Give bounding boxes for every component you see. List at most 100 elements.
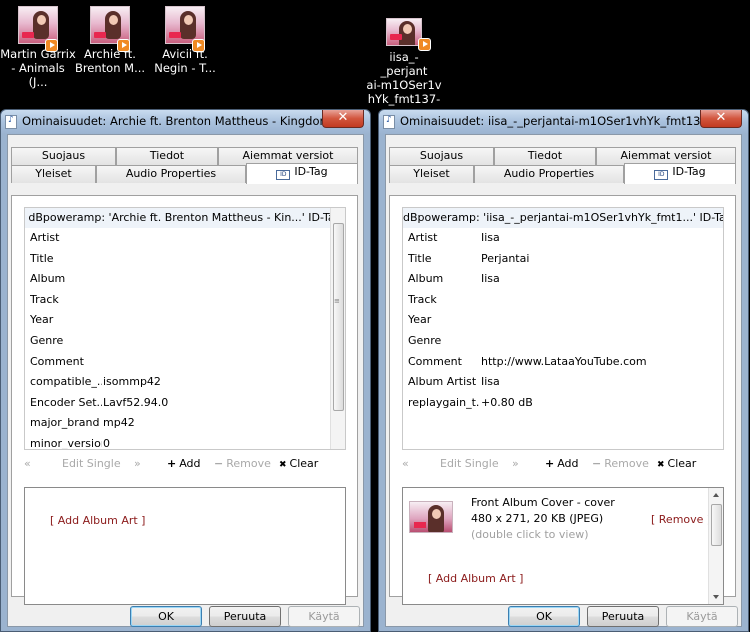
tag-row[interactable]: Title Perjantai — [403, 249, 723, 270]
tag-row[interactable]: Encoder Set... Lavf52.94.0 — [25, 393, 345, 414]
tag-row[interactable]: Title — [25, 249, 345, 270]
tag-list-scrollbar[interactable]: ≡ — [330, 208, 345, 449]
tag-list-header: dBpoweramp: 'Archie ft. Brenton Mattheus… — [25, 208, 345, 228]
tab-yleiset[interactable]: Yleiset — [389, 165, 474, 183]
tag-row[interactable]: minor_version 0 — [25, 434, 345, 449]
tag-value[interactable]: Iisa — [481, 372, 500, 392]
desktop-icon-martin-garrix[interactable]: Martin Garrix - Animals (J... — [0, 4, 76, 89]
desktop-icon-archie[interactable]: Archie ft. Brenton M... — [72, 4, 148, 75]
album-art-box[interactable]: [ Add Album Art ] — [24, 487, 346, 605]
title-bar[interactable]: Ominaisuudet: Archie ft. Brenton Mattheu… — [1, 110, 370, 134]
add-tag-button[interactable]: + Add — [167, 457, 201, 470]
remove-cover-link[interactable]: [ Remove ] — [651, 513, 711, 526]
desktop-icon-iisa[interactable]: iisa_-_perjant ai-m1OSer1v hYk_fmt137- 1… — [366, 16, 442, 108]
ok-button[interactable]: OK — [508, 606, 580, 627]
tag-value[interactable]: Iisa — [481, 269, 500, 289]
add-album-art-link[interactable]: [ Add Album Art ] — [428, 572, 523, 585]
clear-tags-button[interactable]: ✖ Clear — [279, 457, 318, 470]
edit-single-button[interactable]: Edit Single — [440, 457, 499, 470]
tab-suojaus[interactable]: Suojaus — [11, 147, 116, 165]
audio-file-icon — [383, 115, 395, 129]
tag-value[interactable]: mp42 — [103, 413, 135, 433]
tab-yleiset[interactable]: Yleiset — [11, 165, 96, 183]
cover-title: Front Album Cover - cover — [471, 496, 615, 509]
tag-list[interactable]: dBpoweramp: 'Archie ft. Brenton Mattheus… — [24, 207, 346, 450]
remove-label: Remove — [226, 457, 271, 470]
tag-row[interactable]: Genre — [403, 331, 723, 352]
window-title: Ominaisuudet: Archie ft. Brenton Mattheu… — [22, 114, 324, 128]
clear-tags-button[interactable]: ✖ Clear — [657, 457, 696, 470]
tag-row[interactable]: Track — [25, 290, 345, 311]
tag-value[interactable]: Perjantai — [481, 249, 529, 269]
tag-row[interactable]: Album Artist Iisa — [403, 372, 723, 393]
tab-id-tag[interactable]: ID ID-Tag — [246, 163, 358, 184]
tag-list[interactable]: dBpoweramp: 'iisa_-_perjantai-m1OSer1vhY… — [402, 207, 724, 450]
album-cover-thumbnail[interactable] — [409, 501, 453, 533]
edit-single-button[interactable]: Edit Single — [62, 457, 121, 470]
ok-button[interactable]: OK — [130, 606, 202, 627]
tag-row[interactable]: Year — [403, 310, 723, 331]
scrollbar-thumb[interactable] — [711, 504, 722, 546]
remove-tag-button[interactable]: − Remove — [592, 457, 649, 470]
tab-suojaus[interactable]: Suojaus — [389, 147, 494, 165]
clear-icon: ✖ — [279, 460, 287, 470]
tag-row[interactable]: compatible_... isommp42 — [25, 372, 345, 393]
tag-key: Title — [408, 251, 432, 265]
properties-window-iisa: Ominaisuudet: iisa_-_perjantai-m1OSer1vh… — [378, 109, 749, 632]
close-button[interactable]: ✕ — [700, 110, 742, 128]
cancel-button[interactable]: Peruuta — [209, 606, 281, 627]
apply-button[interactable]: Käytä — [288, 606, 360, 627]
tag-value[interactable]: Iisa — [481, 228, 500, 248]
tag-row[interactable]: Album — [25, 269, 345, 290]
scroll-up-icon[interactable] — [713, 493, 719, 497]
album-art-box[interactable]: Front Album Cover - cover 480 x 271, 20 … — [402, 487, 724, 605]
tag-row[interactable]: Comment — [25, 352, 345, 373]
close-button[interactable]: ✕ — [322, 110, 364, 128]
tag-row[interactable]: Year — [25, 310, 345, 331]
last-tag-button[interactable]: » — [134, 457, 141, 470]
tag-row[interactable]: Track — [403, 290, 723, 311]
add-tag-button[interactable]: + Add — [545, 457, 579, 470]
tag-row[interactable]: Artist — [25, 228, 345, 249]
tag-key: major_brand — [30, 416, 100, 430]
clear-label: Clear — [667, 457, 697, 470]
scrollbar-thumb[interactable] — [333, 223, 344, 411]
minus-icon: − — [592, 457, 602, 470]
cancel-button[interactable]: Peruuta — [587, 606, 659, 627]
tag-value[interactable]: isommp42 — [103, 372, 161, 392]
remove-tag-button[interactable]: − Remove — [214, 457, 271, 470]
tag-value[interactable]: Lavf52.94.0 — [103, 393, 168, 413]
scroll-down-icon[interactable] — [713, 595, 719, 599]
tab-audio-properties[interactable]: Audio Properties — [474, 165, 624, 183]
tag-key: Genre — [408, 333, 442, 347]
desktop-icon-avicii[interactable]: Avicii ft. Negin - T... — [147, 4, 223, 75]
tag-value[interactable]: http://www.LataaYouTube.com — [481, 352, 647, 372]
last-tag-button[interactable]: » — [512, 457, 519, 470]
first-tag-button[interactable]: « — [24, 457, 31, 470]
tag-row[interactable]: Album Iisa — [403, 269, 723, 290]
tab-audio-properties[interactable]: Audio Properties — [96, 165, 246, 183]
tag-row[interactable]: replaygain_t... +0.80 dB — [403, 393, 723, 414]
tag-row[interactable]: Genre — [25, 331, 345, 352]
properties-window-archie: Ominaisuudet: Archie ft. Brenton Mattheu… — [0, 109, 371, 632]
tag-value[interactable]: +0.80 dB — [481, 393, 533, 413]
tag-key: Album — [30, 272, 66, 286]
first-tag-button[interactable]: « — [402, 457, 409, 470]
tab-tiedot[interactable]: Tiedot — [116, 147, 218, 165]
tag-key: compatible_... — [30, 375, 102, 389]
add-album-art-link[interactable]: [ Add Album Art ] — [50, 514, 145, 527]
audio-file-icon — [5, 115, 17, 129]
id-tag-panel: dBpoweramp: 'Archie ft. Brenton Mattheus… — [11, 195, 358, 605]
tag-row[interactable]: Comment http://www.LataaYouTube.com — [403, 352, 723, 373]
tag-value[interactable]: 0 — [103, 434, 110, 449]
tab-id-tag[interactable]: ID ID-Tag — [624, 163, 736, 184]
tag-row[interactable]: Artist Iisa — [403, 228, 723, 249]
tag-row[interactable]: major_brand mp42 — [25, 413, 345, 434]
apply-button[interactable]: Käytä — [666, 606, 738, 627]
album-art-scrollbar[interactable] — [708, 488, 723, 604]
title-bar[interactable]: Ominaisuudet: iisa_-_perjantai-m1OSer1vh… — [379, 110, 748, 134]
tab-tiedot[interactable]: Tiedot — [494, 147, 596, 165]
video-thumbnail-icon — [386, 18, 422, 46]
id-tag-icon: ID — [276, 170, 291, 180]
tag-key: Title — [30, 251, 54, 265]
